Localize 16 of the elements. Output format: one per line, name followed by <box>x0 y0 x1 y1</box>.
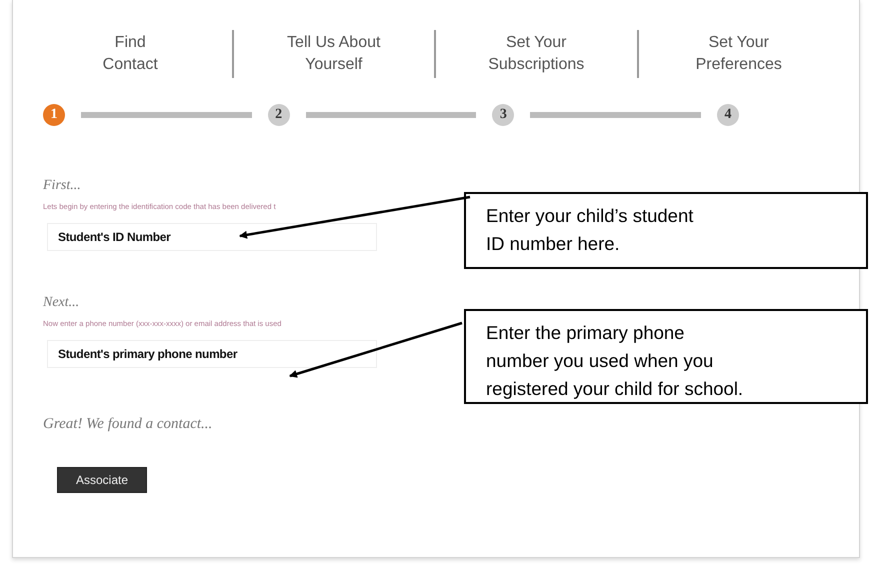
step-label: Set Your Preferences <box>696 33 782 75</box>
input-field[interactable]: Student's ID Number <box>47 223 377 251</box>
section-heading: Next... <box>43 295 80 311</box>
step-number: 4 <box>717 104 740 126</box>
step-number: 1 <box>43 104 65 126</box>
callout-box: Enter the primary phone number you used when you registered your child for school. <box>464 309 868 404</box>
step-number: 3 <box>492 104 514 126</box>
step-label: Set Your Subscriptions <box>488 33 584 75</box>
step-label: Find Contact <box>102 33 158 75</box>
section-heading: First... <box>43 178 82 194</box>
associate-button[interactable]: Associate <box>57 467 148 493</box>
step-number: 2 <box>268 104 290 126</box>
callout-box: Enter your child’s student ID number here. <box>464 192 868 269</box>
input-field[interactable]: Student's primary phone number <box>47 340 377 368</box>
result-message: Great! We found a contact... <box>43 416 212 433</box>
step-label: Tell Us About Yourself <box>287 33 380 75</box>
